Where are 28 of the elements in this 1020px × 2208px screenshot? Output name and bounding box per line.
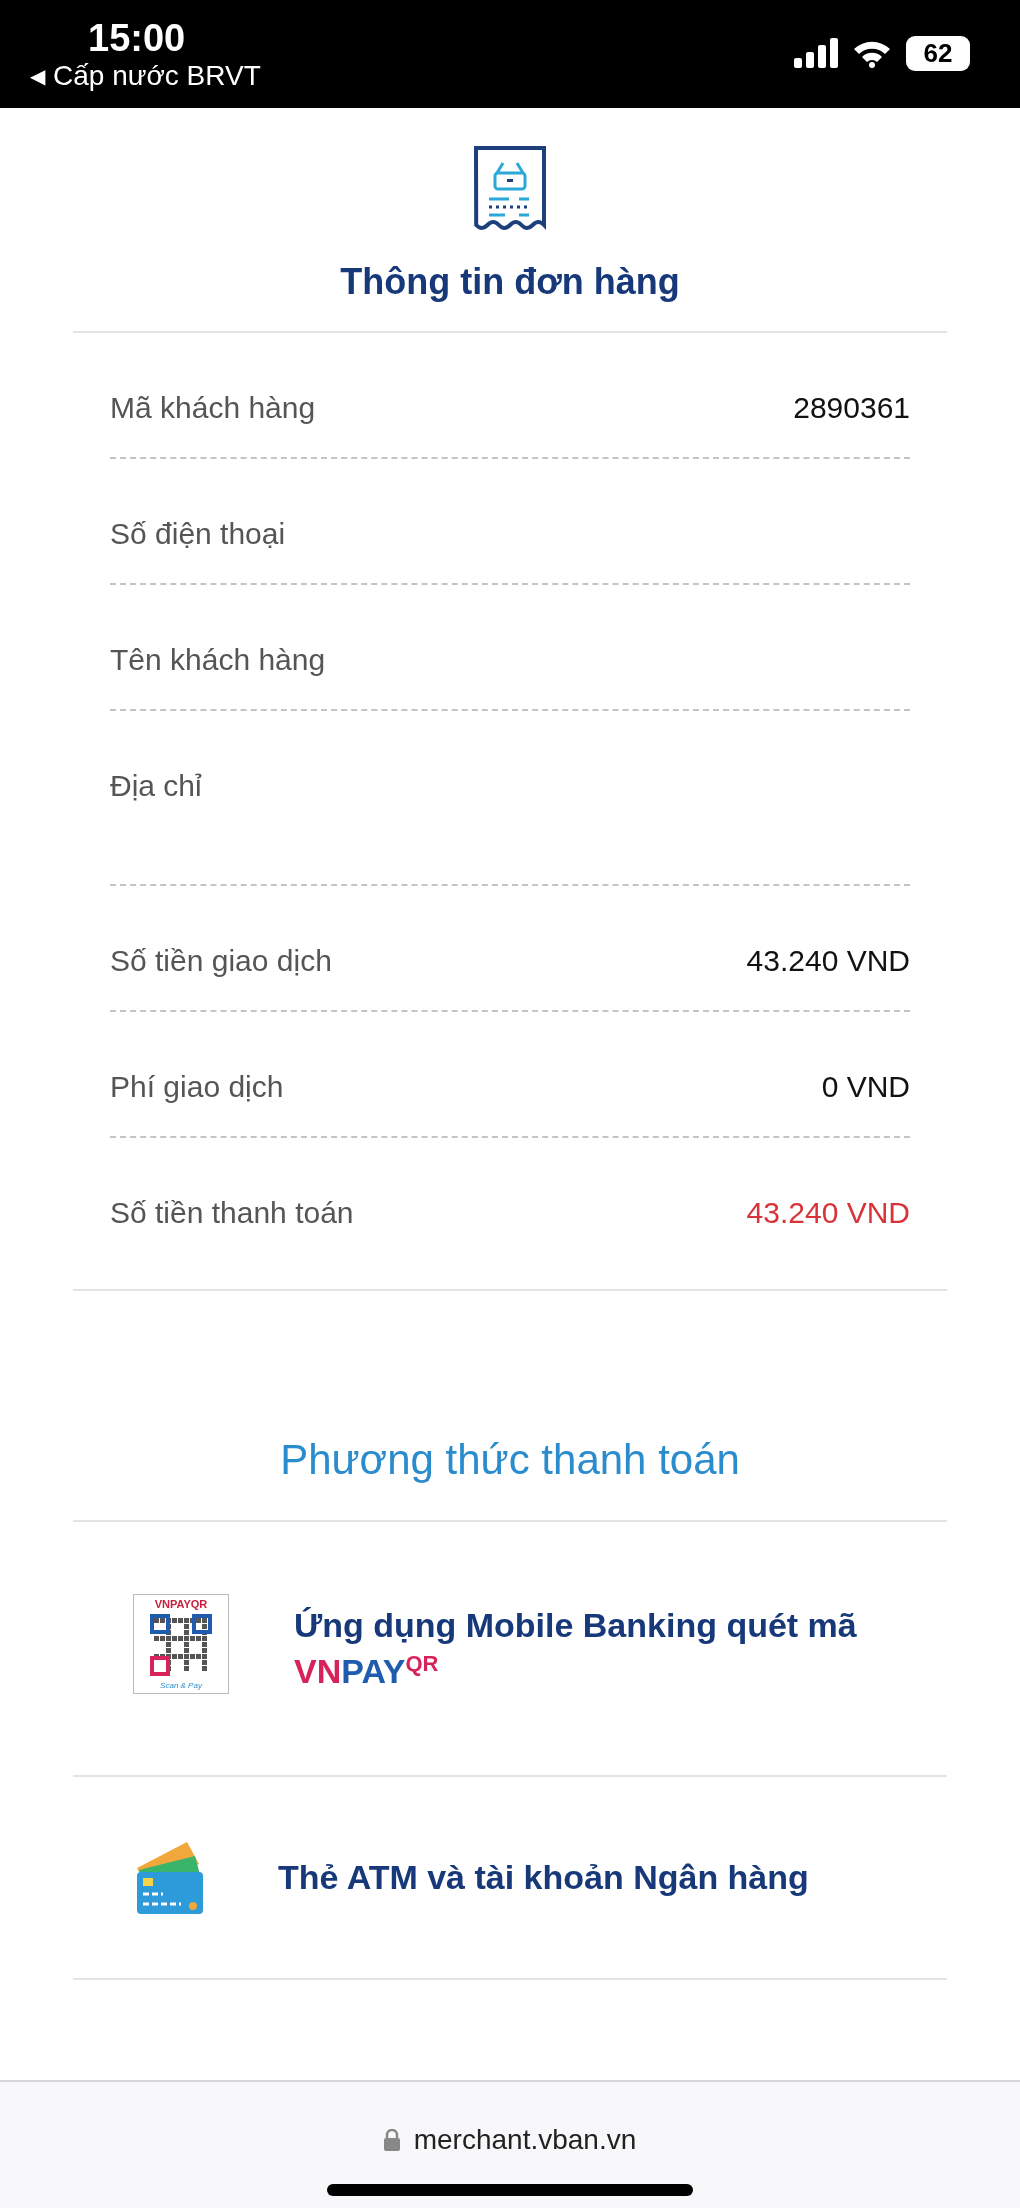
field-label: Địa chỉ — [110, 769, 202, 803]
field-value: 0 VND — [821, 1070, 910, 1104]
field-value: 2890361 — [793, 391, 910, 425]
field-label: Mã khách hàng — [110, 391, 316, 425]
lock-icon — [383, 2129, 400, 2151]
field-label: Số tiền thanh toán — [110, 1196, 354, 1230]
clock-time: 15:00 — [88, 16, 186, 60]
logo-caption: Scan & Pay — [160, 1680, 202, 1690]
qr-code-icon — [150, 1614, 212, 1676]
field-label: Tên khách hàng — [110, 643, 326, 677]
receipt-basket-icon — [473, 145, 547, 233]
method-title: Ứng dụng Mobile Banking quét mã — [294, 1605, 857, 1645]
payment-method-title: Phương thức thanh toán — [280, 1435, 740, 1485]
brand-name: VNPAY$^{QR}$ — [294, 1650, 440, 1692]
back-to-app-link[interactable]: ◀ Cấp nước BRVT — [30, 59, 261, 92]
field-label: Số tiền giao dịch — [110, 944, 332, 978]
order-info-title: Thông tin đơn hàng — [340, 261, 680, 303]
url-text[interactable]: merchant.vban.vn — [413, 2124, 637, 2156]
payment-method-option[interactable]: Thẻ ATM và tài khoản Ngân hàng — [73, 1777, 947, 1980]
field-value: 43.240 VND — [746, 944, 910, 978]
payment-method-option[interactable]: VNPAYQR Scan & Pay Ứng dụng Mobile Banking quét mã VNPAY$^{QR}$ — [73, 1522, 947, 1777]
field-label: Số điện thoại — [110, 517, 286, 551]
method-title: Thẻ ATM và tài khoản Ngân hàng — [278, 1858, 809, 1897]
signal-icon — [794, 38, 838, 68]
logo-brand: VNPAYQR — [154, 1597, 208, 1610]
total-amount: 43.240 VND — [746, 1196, 910, 1230]
field-label: Phí giao dịch — [110, 1070, 284, 1104]
battery-level: 62 — [906, 35, 970, 71]
